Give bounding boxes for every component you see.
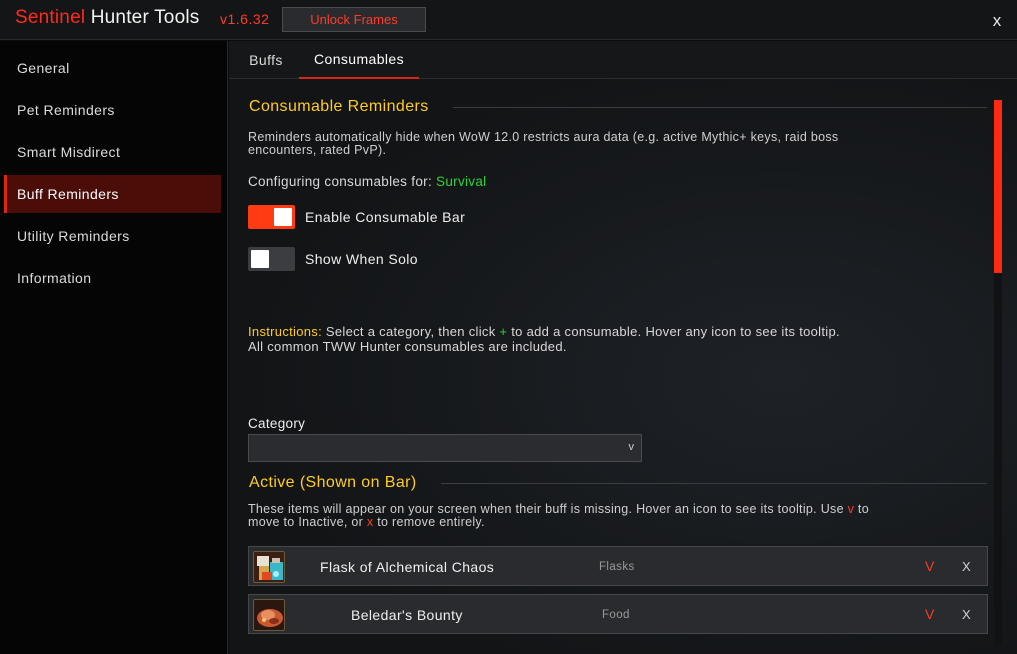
category-select[interactable]: v xyxy=(248,434,642,462)
configuring-for-prefix: Configuring consumables for: xyxy=(248,174,437,189)
sidebar-item-pet-reminders[interactable]: Pet Reminders xyxy=(4,91,221,129)
enable-consumable-bar-toggle[interactable] xyxy=(248,205,295,229)
remove-button[interactable]: X xyxy=(962,607,971,622)
instructions-label: Instructions: xyxy=(248,324,322,339)
unlock-frames-button[interactable]: Unlock Frames xyxy=(282,7,426,32)
section-divider xyxy=(441,483,987,484)
item-name: Flask of Alchemical Chaos xyxy=(320,559,495,575)
item-name: Beledar's Bounty xyxy=(351,607,463,623)
move-to-inactive-button[interactable]: V xyxy=(925,606,934,622)
sidebar-item-buff-reminders[interactable]: Buff Reminders xyxy=(4,175,221,213)
instructions-text-b: to add a consumable. Hover any icon to s… xyxy=(507,324,840,339)
show-when-solo-toggle[interactable] xyxy=(248,247,295,271)
consumable-reminders-title: Consumable Reminders xyxy=(249,98,429,115)
tab-bar: Buffs Consumables xyxy=(229,41,1017,79)
consumables-content: Consumable Reminders Reminders automatic… xyxy=(229,80,1017,654)
app-title: Sentinel Hunter Tools xyxy=(15,7,199,29)
spec-name: Survival xyxy=(436,174,487,189)
sidebar-item-general[interactable]: General xyxy=(4,49,221,87)
instructions-text-a: Select a category, then click xyxy=(321,324,500,339)
category-label: Category xyxy=(248,416,306,431)
food-icon[interactable] xyxy=(253,599,285,631)
title-bar: Sentinel Hunter Tools v1.6.32 Unlock Fra… xyxy=(0,0,1017,40)
chevron-down-icon: v xyxy=(628,441,635,453)
app-title-brand: Sentinel xyxy=(15,7,86,28)
toggle-knob xyxy=(274,208,292,226)
app-title-name: Hunter Tools xyxy=(85,7,200,28)
configuring-for-label: Configuring consumables for: Survival xyxy=(248,174,486,189)
item-category: Food xyxy=(602,609,630,621)
main-panel: Buffs Consumables Consumable Reminders R… xyxy=(229,41,1017,654)
consumable-description-line2: encounters, rated PvP). xyxy=(248,143,387,157)
sidebar: General Pet Reminders Smart Misdirect Bu… xyxy=(0,41,228,654)
toggle-knob xyxy=(251,250,269,268)
active-desc-text-b: to xyxy=(854,502,869,516)
active-section-title: Active (Shown on Bar) xyxy=(249,474,417,491)
active-desc-text-c: move to Inactive, or xyxy=(248,515,367,529)
scrollbar-thumb[interactable] xyxy=(994,100,1002,273)
sidebar-item-information[interactable]: Information xyxy=(4,259,221,297)
remove-button[interactable]: X xyxy=(962,559,971,574)
move-to-inactive-button[interactable]: V xyxy=(925,558,934,574)
list-item[interactable]: Flask of Alchemical Chaos Flasks V X xyxy=(248,546,988,586)
tab-buffs[interactable]: Buffs xyxy=(237,41,295,79)
list-item[interactable]: Beledar's Bounty Food V X xyxy=(248,594,988,634)
tab-consumables[interactable]: Consumables xyxy=(299,41,419,79)
item-category: Flasks xyxy=(599,561,635,573)
show-when-solo-label: Show When Solo xyxy=(305,251,418,267)
close-icon[interactable]: x xyxy=(987,11,1007,31)
section-divider xyxy=(453,107,987,108)
active-description-line2: move to Inactive, or x to remove entirel… xyxy=(248,516,485,529)
instructions-line2: All common TWW Hunter consumables are in… xyxy=(248,339,567,354)
version-label: v1.6.32 xyxy=(220,11,270,27)
instructions-line1: Instructions: Select a category, then cl… xyxy=(248,324,840,339)
enable-consumable-bar-label: Enable Consumable Bar xyxy=(305,209,466,225)
sidebar-item-smart-misdirect[interactable]: Smart Misdirect xyxy=(4,133,221,171)
active-desc-text-a: These items will appear on your screen w… xyxy=(248,502,848,516)
active-desc-text-d: to remove entirely. xyxy=(373,515,485,529)
flask-icon[interactable] xyxy=(253,551,285,583)
scrollbar-track[interactable] xyxy=(994,100,1002,645)
sidebar-item-utility-reminders[interactable]: Utility Reminders xyxy=(4,217,221,255)
